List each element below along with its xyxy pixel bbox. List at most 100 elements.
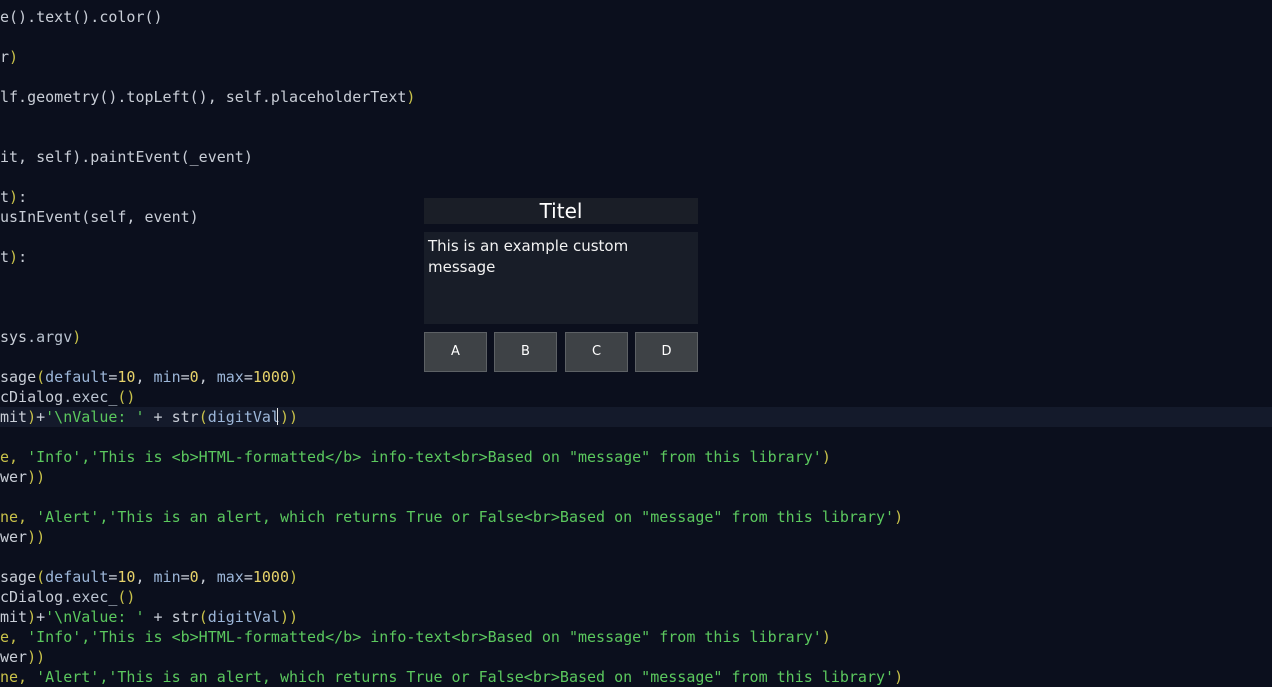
code-token: ))	[279, 408, 299, 426]
code-token: max	[216, 368, 244, 386]
code-token: cDialog	[0, 588, 64, 606]
code-token: 'Alert','This is an alert, which returns…	[36, 668, 895, 686]
code-token: usInEvent(self, event)	[0, 208, 199, 226]
text-cursor	[277, 408, 278, 425]
code-token: 'Alert','This is an alert, which returns…	[36, 508, 895, 526]
code-token: 'Info','This is <b>HTML-formatted</b> in…	[27, 448, 822, 466]
code-token: )	[289, 368, 299, 386]
code-token: '\nValue: '	[45, 408, 145, 426]
code-token: ,	[135, 568, 154, 586]
code-token: ))	[27, 648, 46, 666]
code-token: )	[27, 608, 37, 626]
code-token: (	[198, 408, 208, 426]
code-token: )	[289, 568, 299, 586]
code-token: )	[894, 668, 904, 686]
code-token: wer	[0, 468, 28, 486]
code-token: min	[153, 368, 181, 386]
code-token: 'Info','This is <b>HTML-formatted</b> in…	[27, 628, 822, 646]
code-line[interactable]: ne, 'Alert','This is an alert, which ret…	[0, 667, 1272, 687]
code-token: ne,	[0, 508, 37, 526]
code-token: )	[27, 408, 37, 426]
code-token: )	[821, 628, 831, 646]
code-line[interactable]: e, 'Info','This is <b>HTML-formatted</b>…	[0, 627, 1272, 647]
code-token: )	[894, 508, 904, 526]
code-token: (	[36, 368, 46, 386]
code-line[interactable]: ne, 'Alert','This is an alert, which ret…	[0, 507, 1272, 527]
code-token: 1000	[252, 368, 289, 386]
code-line[interactable]	[0, 127, 1272, 147]
code-token: lf.geometry().topLeft(), self.placeholde…	[0, 88, 407, 106]
code-token: 1000	[252, 568, 289, 586]
code-token: ))	[27, 468, 46, 486]
code-token: ()	[117, 588, 136, 606]
code-line[interactable]	[0, 427, 1272, 447]
code-line[interactable]: r)	[0, 47, 1272, 67]
code-token: 0	[189, 368, 199, 386]
code-token: min	[153, 568, 181, 586]
code-line[interactable]: sage(default=10, min=0, max=1000)	[0, 567, 1272, 587]
code-token: + str	[144, 408, 199, 426]
code-token: ne,	[0, 668, 37, 686]
code-token: =	[243, 368, 253, 386]
code-token: sys	[0, 328, 28, 346]
code-line[interactable]	[0, 107, 1272, 127]
code-token: ,	[135, 368, 154, 386]
code-token: cDialog	[0, 388, 64, 406]
code-line[interactable]: mit)+'\nValue: ' + str(digitVal))	[0, 607, 1272, 627]
code-token: ))	[279, 608, 299, 626]
code-token: )	[9, 188, 19, 206]
code-token: ()	[117, 388, 136, 406]
code-token: ,	[198, 368, 217, 386]
button-a[interactable]: A	[424, 332, 487, 372]
code-line[interactable]: wer))	[0, 467, 1272, 487]
code-token: .exec_	[63, 388, 118, 406]
code-token: e,	[0, 448, 28, 466]
code-line[interactable]: cDialog.exec_()	[0, 387, 1272, 407]
code-line[interactable]	[0, 27, 1272, 47]
code-token: ,	[198, 568, 217, 586]
code-token: =	[243, 568, 253, 586]
code-line[interactable]	[0, 167, 1272, 187]
code-token: )	[72, 328, 82, 346]
code-token: (	[36, 568, 46, 586]
code-token: .argv	[27, 328, 73, 346]
code-token: (	[198, 608, 208, 626]
button-d[interactable]: D	[635, 332, 698, 372]
code-line[interactable]: cDialog.exec_()	[0, 587, 1272, 607]
code-token: digitVal	[207, 608, 280, 626]
code-token: ))	[27, 528, 46, 546]
code-line[interactable]	[0, 487, 1272, 507]
code-line[interactable]: it, self).paintEvent(_event)	[0, 147, 1272, 167]
code-token: )	[9, 248, 19, 266]
code-line[interactable]	[0, 67, 1272, 87]
code-token: )	[9, 48, 19, 66]
code-token: )	[821, 448, 831, 466]
code-token: e().text().color()	[0, 8, 163, 26]
code-token: + str	[144, 608, 199, 626]
code-token: mit	[0, 408, 28, 426]
code-token: e,	[0, 628, 28, 646]
code-line[interactable]: wer))	[0, 527, 1272, 547]
code-token: .exec_	[63, 588, 118, 606]
code-token: default	[45, 368, 109, 386]
code-token: t	[0, 248, 10, 266]
button-c[interactable]: C	[565, 332, 628, 372]
code-token: mit	[0, 608, 28, 626]
code-token: =	[180, 368, 190, 386]
code-line[interactable]	[0, 547, 1272, 567]
code-token: 0	[189, 568, 199, 586]
code-token: default	[45, 568, 109, 586]
code-token: it, self).paintEvent(_event)	[0, 148, 253, 166]
code-token: +	[36, 608, 46, 626]
code-token: =	[180, 568, 190, 586]
code-token: 10	[117, 368, 136, 386]
code-line[interactable]: wer))	[0, 647, 1272, 667]
code-line[interactable]: mit)+'\nValue: ' + str(digitVal))	[0, 407, 1272, 427]
code-token: r	[0, 48, 10, 66]
code-token: wer	[0, 648, 28, 666]
code-token: '\nValue: '	[45, 608, 145, 626]
code-line[interactable]: e, 'Info','This is <b>HTML-formatted</b>…	[0, 447, 1272, 467]
code-line[interactable]: e().text().color()	[0, 7, 1272, 27]
code-line[interactable]: lf.geometry().topLeft(), self.placeholde…	[0, 87, 1272, 107]
button-b[interactable]: B	[494, 332, 557, 372]
